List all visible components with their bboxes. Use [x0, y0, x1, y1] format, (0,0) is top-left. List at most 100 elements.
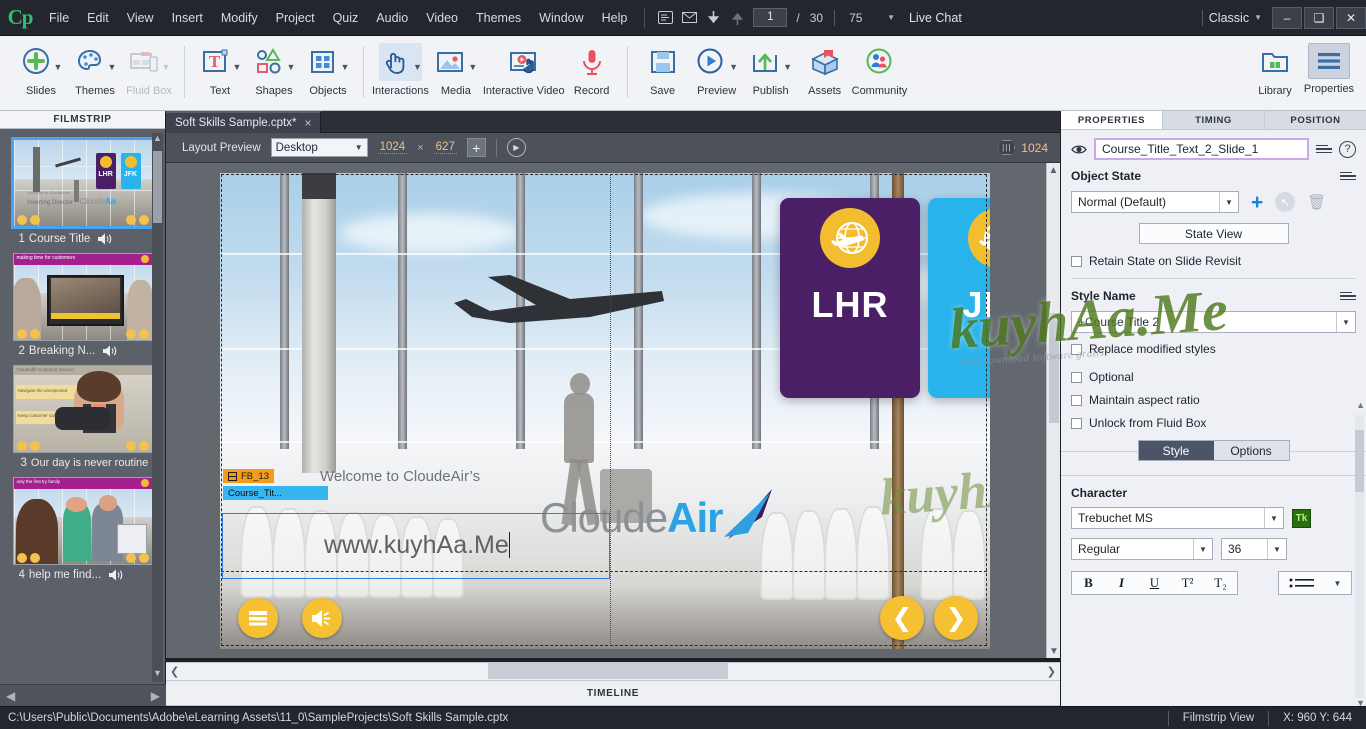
download-arrow-icon[interactable]	[701, 0, 725, 36]
horizontal-scrollbar-thumb[interactable]	[488, 663, 728, 679]
bold-button[interactable]: B	[1072, 572, 1105, 594]
menu-edit[interactable]: Edit	[78, 0, 118, 36]
chevron-down-icon[interactable]: ▼	[341, 62, 350, 72]
scrollbar-thumb[interactable]	[153, 151, 162, 223]
playbar-prev-button[interactable]: ❮	[880, 596, 924, 640]
style-name-menu-icon[interactable]	[1340, 291, 1356, 301]
timeline-bar[interactable]: TIMELINE	[166, 680, 1060, 706]
menu-quiz[interactable]: Quiz	[324, 0, 368, 36]
slide-thumbnail[interactable]: LHR JFK CloudeAir Welcome to CloudeAir's…	[10, 137, 155, 229]
unlock-fluid-checkbox[interactable]	[1071, 417, 1082, 429]
filmstrip-horizontal-scrollbar[interactable]: ◀ ▶	[0, 684, 166, 706]
ruler-handle-icon[interactable]: |||	[998, 140, 1016, 155]
scroll-right-arrow-icon[interactable]: ❯	[1047, 665, 1056, 678]
tab-position[interactable]: POSITION	[1265, 111, 1366, 130]
italic-button[interactable]: I	[1105, 572, 1138, 594]
toolbar-publish[interactable]: ▼ Publish	[744, 36, 798, 109]
scroll-right-arrow-icon[interactable]: ▶	[151, 689, 160, 703]
retain-state-checkbox[interactable]	[1071, 255, 1082, 267]
upload-arrow-icon[interactable]	[725, 0, 749, 36]
slide-number-input[interactable]: 1	[753, 8, 788, 27]
canvas-vertical-scrollbar[interactable]: ▲ ▼	[1046, 163, 1060, 658]
editable-text[interactable]: www.kuyhAa.Me	[324, 531, 509, 559]
unlock-fluid-row[interactable]: Unlock from Fluid Box	[1071, 416, 1356, 430]
text-object-content[interactable]: www.kuyhAa.Me	[324, 531, 510, 560]
device-select[interactable]: Desktop ▼	[270, 138, 368, 157]
scroll-up-arrow-icon[interactable]: ▲	[1047, 163, 1060, 177]
menu-audio[interactable]: Audio	[367, 0, 417, 36]
status-view-mode[interactable]: Filmstrip View	[1179, 712, 1258, 724]
slide-thumbnail[interactable]: making time for customers	[12, 253, 153, 341]
filmstrip-slide-3[interactable]: Cloudedlir Customer Service Navigate the…	[9, 365, 157, 469]
bullet-list-dropdown[interactable]: ▼	[1278, 571, 1352, 595]
tab-properties[interactable]: PROPERTIES	[1061, 111, 1163, 130]
scroll-down-arrow-icon[interactable]: ▼	[1047, 644, 1061, 658]
segment-style[interactable]: Style	[1138, 441, 1214, 460]
visibility-eye-icon[interactable]	[1071, 141, 1087, 157]
menu-window[interactable]: Window	[530, 0, 592, 36]
playbar-audio-button[interactable]	[302, 598, 342, 638]
typekit-badge[interactable]: Tk	[1292, 508, 1311, 528]
style-name-select[interactable]: +Course Title 2 ▼	[1071, 311, 1356, 333]
fluid-box-tag[interactable]: FB_13	[223, 469, 274, 483]
chevron-down-icon[interactable]: ▼	[54, 62, 63, 72]
chevron-down-icon[interactable]: ▼	[413, 62, 422, 72]
filmstrip-slide-1[interactable]: LHR JFK CloudeAir Welcome to CloudeAir's…	[9, 137, 157, 245]
toolbar-interactive-video[interactable]: Interactive Video	[483, 36, 565, 109]
menu-modify[interactable]: Modify	[212, 0, 267, 36]
toolbar-text[interactable]: T ▼ Text	[193, 36, 247, 109]
mail-icon[interactable]	[677, 0, 701, 36]
filmstrip-scrollbar[interactable]: ▲ ▼	[152, 133, 163, 682]
chevron-down-icon[interactable]: ▼	[783, 62, 792, 72]
chevron-down-icon[interactable]: ▼	[468, 62, 477, 72]
menu-insert[interactable]: Insert	[163, 0, 212, 36]
help-icon[interactable]: ?	[1339, 140, 1356, 158]
chevron-down-icon[interactable]: ▼	[233, 62, 242, 72]
optional-checkbox[interactable]	[1071, 371, 1082, 383]
retain-state-row[interactable]: Retain State on Slide Revisit	[1071, 254, 1356, 268]
close-button[interactable]: ✕	[1336, 6, 1366, 29]
scroll-down-arrow-icon[interactable]: ▼	[152, 668, 163, 682]
filmstrip-list[interactable]: LHR JFK CloudeAir Welcome to CloudeAir's…	[0, 129, 165, 684]
subscript-button[interactable]: T₂	[1204, 572, 1237, 594]
toolbar-record[interactable]: Record	[565, 36, 619, 109]
tab-timing[interactable]: TIMING	[1163, 111, 1265, 130]
replace-styles-checkbox[interactable]	[1071, 343, 1082, 355]
toolbar-themes[interactable]: ▼ Themes	[68, 36, 122, 109]
object-state-select[interactable]: Normal (Default) ▼	[1071, 191, 1239, 213]
workspace-selector[interactable]: Classic ▼	[1209, 11, 1262, 25]
menu-themes[interactable]: Themes	[467, 0, 530, 36]
welcome-text[interactable]: Welcome to CloudeAir’s	[320, 468, 480, 485]
toolbar-assets[interactable]: Assets	[798, 36, 852, 109]
chevron-down-icon[interactable]: ▼	[108, 62, 117, 72]
style-options-segment[interactable]: Style Options	[1137, 440, 1290, 461]
playbar-menu-button[interactable]	[238, 598, 278, 638]
chevron-down-icon[interactable]: ▼	[887, 13, 895, 22]
zoom-value[interactable]: 75	[841, 11, 887, 25]
toolbar-preview[interactable]: ▼ Preview	[690, 36, 744, 109]
underline-button[interactable]: U	[1138, 572, 1171, 594]
menu-file[interactable]: File	[40, 0, 78, 36]
scroll-up-arrow-icon[interactable]: ▲	[1356, 400, 1365, 410]
superscript-button[interactable]: T²	[1171, 572, 1204, 594]
toolbar-interactions[interactable]: ▼ Interactions	[372, 36, 429, 109]
toolbar-save[interactable]: Save	[636, 36, 690, 109]
toolbar-properties[interactable]: Properties	[1302, 36, 1356, 109]
toolbar-objects[interactable]: ▼ Objects	[301, 36, 355, 109]
font-family-select[interactable]: Trebuchet MS ▼	[1071, 507, 1284, 529]
filmstrip-slide-2[interactable]: making time for customers 2 Breaking N..…	[9, 253, 157, 357]
slide-thumbnail[interactable]: only the first try family	[12, 477, 153, 565]
toolbar-slides[interactable]: ▼ Slides	[14, 36, 68, 109]
preview-play-button[interactable]: ▶	[506, 138, 526, 157]
optional-row[interactable]: Optional	[1071, 370, 1356, 384]
filmstrip-slide-4[interactable]: only the first try family 4 help me find…	[9, 477, 157, 581]
object-tag[interactable]: Course_Tit...	[223, 486, 328, 500]
scrollbar-thumb[interactable]	[1049, 313, 1059, 423]
object-state-menu-icon[interactable]	[1340, 171, 1356, 181]
document-tab[interactable]: Soft Skills Sample.cptx* ×	[166, 111, 322, 133]
segment-options[interactable]: Options	[1213, 441, 1289, 460]
menu-video[interactable]: Video	[417, 0, 467, 36]
object-name-input[interactable]: Course_Title_Text_2_Slide_1	[1094, 138, 1309, 160]
chevron-down-icon[interactable]: ▼	[287, 62, 296, 72]
playbar-next-button[interactable]: ❯	[934, 596, 978, 640]
